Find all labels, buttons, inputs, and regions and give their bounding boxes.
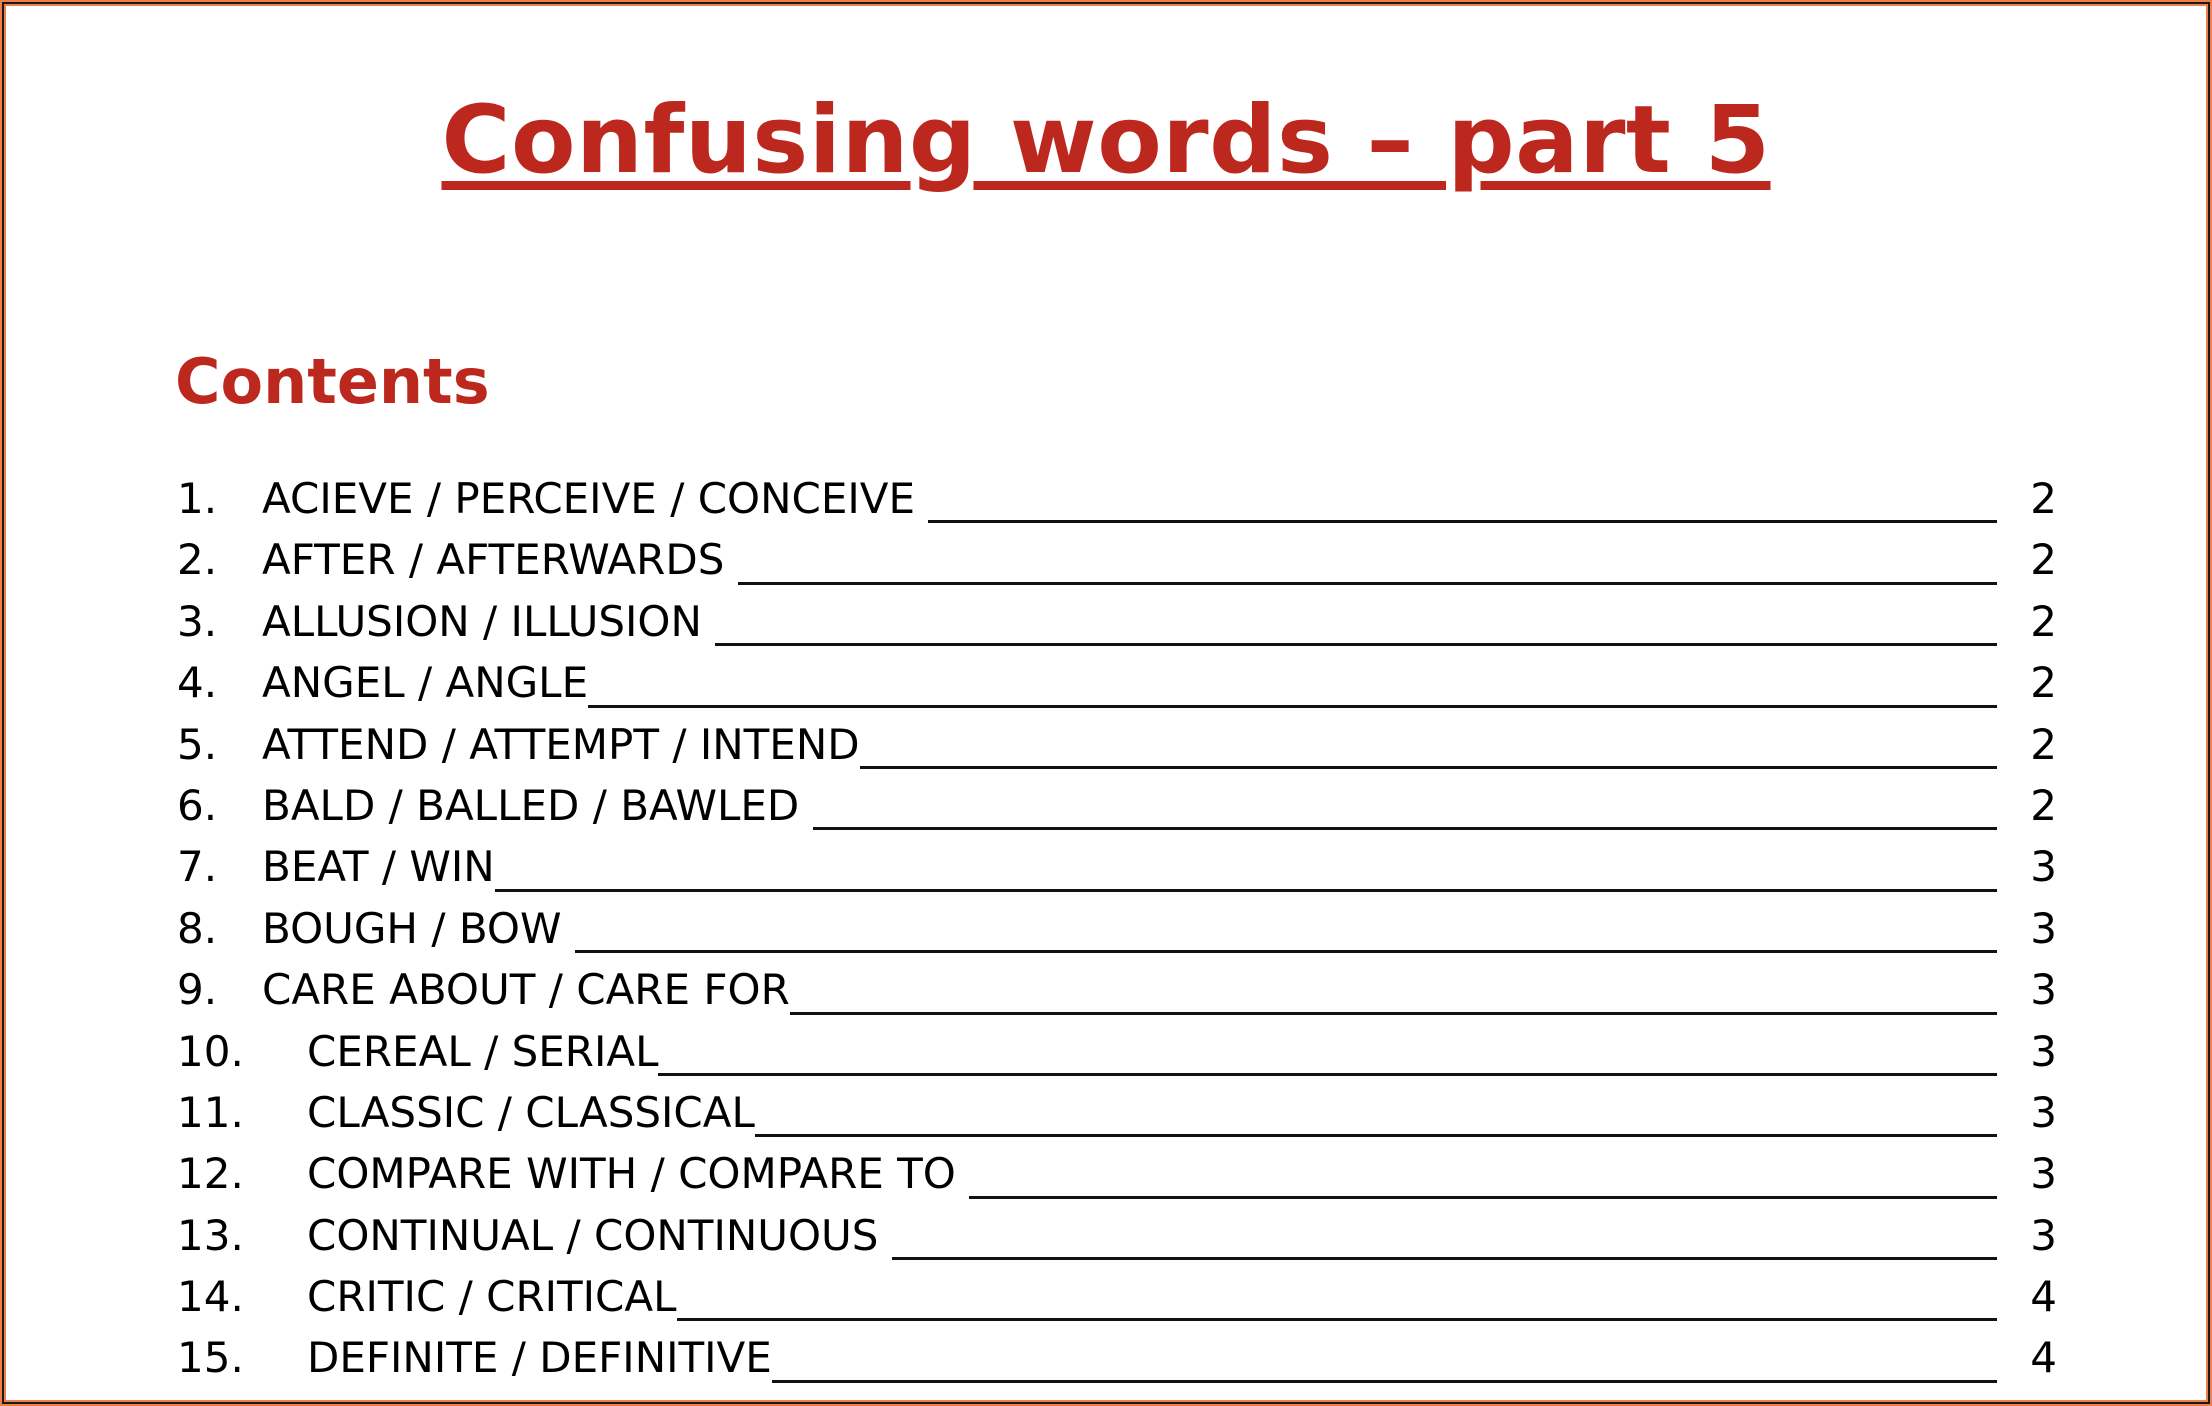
toc-entry[interactable]: 1. ACIEVE / PERCEIVE / CONCEIVE 2 <box>177 472 2057 533</box>
toc-entry-page-number[interactable]: 2 <box>1997 595 2057 649</box>
toc-entry-title[interactable]: CARE ABOUT / CARE FOR <box>262 963 790 1017</box>
toc-entry[interactable]: 7. BEAT / WIN 3 <box>177 840 2057 901</box>
toc-entry-page-number[interactable]: 2 <box>1997 779 2057 833</box>
toc-entry-number: 12. <box>177 1149 244 1199</box>
toc-entry[interactable]: 15. DEFINITE / DEFINITIVE 4 <box>177 1331 2057 1392</box>
toc-entry-page-number[interactable]: 4 <box>1997 1270 2057 1324</box>
toc-entry-page-number[interactable]: 2 <box>1997 718 2057 772</box>
document-title: Confusing words – part 5 <box>0 86 2212 196</box>
toc-entry-title[interactable]: CEREAL / SERIAL <box>307 1025 658 1079</box>
toc-leader-line <box>588 704 1997 708</box>
toc-entry-number: 5. <box>177 719 218 769</box>
toc-entry[interactable]: 11. CLASSIC / CLASSICAL 3 <box>177 1086 2057 1147</box>
toc-leader-line <box>658 1072 1997 1076</box>
toc-entry-page-number[interactable]: 2 <box>1997 472 2057 526</box>
toc-leader-line <box>676 1318 1997 1322</box>
toc-entry-number: 7. <box>177 842 218 892</box>
toc-entry-number: 3. <box>177 596 218 646</box>
toc-leader-line <box>754 1134 1997 1138</box>
toc-leader-line <box>969 1195 1997 1199</box>
toc-entry-number: 2. <box>177 535 218 585</box>
toc-entry-title[interactable]: ATTEND / ATTEMPT / INTEND <box>262 718 860 772</box>
toc-entry-page-number[interactable]: 2 <box>1997 533 2057 587</box>
toc-entry-title[interactable]: BALD / BALLED / BAWLED <box>262 779 813 833</box>
toc-entry-number: 13. <box>177 1210 244 1260</box>
toc-entry-title[interactable]: CLASSIC / CLASSICAL <box>307 1086 755 1140</box>
toc-entry-page-number[interactable]: 2 <box>1997 656 2057 710</box>
toc-entry-page-number[interactable]: 3 <box>1997 1025 2057 1079</box>
toc-entry-number: 15. <box>177 1333 244 1383</box>
toc-entry[interactable]: 4. ANGEL / ANGLE 2 <box>177 656 2057 717</box>
toc-entry-page-number[interactable]: 3 <box>1997 1086 2057 1140</box>
toc-entry-number: 14. <box>177 1272 244 1322</box>
toc-entry-title[interactable]: DEFINITE / DEFINITIVE <box>307 1331 772 1385</box>
toc-leader-line <box>789 1011 1997 1015</box>
toc-entry-page-number[interactable]: 3 <box>1997 1209 2057 1263</box>
toc-leader-line <box>715 643 1997 647</box>
toc-entry-number: 8. <box>177 903 218 953</box>
toc-entry[interactable]: 10. CEREAL / SERIAL 3 <box>177 1025 2057 1086</box>
toc-leader-line <box>812 827 1997 831</box>
toc-entry-number: 1. <box>177 474 218 523</box>
toc-leader-line <box>859 765 1997 769</box>
toc-entry[interactable]: 5. ATTEND / ATTEMPT / INTEND 2 <box>177 718 2057 779</box>
toc-leader-line <box>928 520 1997 524</box>
toc-entry[interactable]: 12. COMPARE WITH / COMPARE TO 3 <box>177 1147 2057 1208</box>
toc-entry-title[interactable]: ACIEVE / PERCEIVE / CONCEIVE <box>262 472 928 526</box>
toc-entry-title[interactable]: CRITIC / CRITICAL <box>307 1270 677 1324</box>
toc-leader-line <box>737 581 1997 585</box>
toc-entry[interactable]: 14. CRITIC / CRITICAL 4 <box>177 1270 2057 1331</box>
document-title-text: Confusing words – part 5 <box>441 86 1771 195</box>
toc-entry-number: 11. <box>177 1087 244 1137</box>
toc-entry-number: 6. <box>177 780 218 830</box>
table-of-contents: 1. ACIEVE / PERCEIVE / CONCEIVE 2 2. AFTER … <box>177 472 2057 1393</box>
toc-entry[interactable]: 3. ALLUSION / ILLUSION 2 <box>177 595 2057 656</box>
toc-entry[interactable]: 9. CARE ABOUT / CARE FOR 3 <box>177 963 2057 1024</box>
toc-entry[interactable]: 13. CONTINUAL / CONTINUOUS 3 <box>177 1209 2057 1270</box>
toc-leader-line <box>771 1379 1997 1383</box>
toc-entry-title[interactable]: COMPARE WITH / COMPARE TO <box>307 1147 969 1201</box>
toc-entry-number: 4. <box>177 658 218 708</box>
toc-entry-number: 10. <box>177 1026 244 1076</box>
toc-leader-line <box>494 888 1997 892</box>
toc-entry[interactable]: 8. BOUGH / BOW 3 <box>177 902 2057 963</box>
toc-entry-title[interactable]: ANGEL / ANGLE <box>262 656 588 710</box>
toc-entry-page-number[interactable]: 3 <box>1997 840 2057 894</box>
contents-heading: Contents <box>175 345 490 418</box>
toc-entry-title[interactable]: ALLUSION / ILLUSION <box>262 595 715 649</box>
toc-entry-number: 9. <box>177 965 218 1015</box>
toc-entry-page-number[interactable]: 4 <box>1997 1331 2057 1385</box>
toc-entry-title[interactable]: AFTER / AFTERWARDS <box>262 533 738 587</box>
toc-entry-title[interactable]: BEAT / WIN <box>262 840 495 894</box>
toc-entry-page-number[interactable]: 3 <box>1997 1147 2057 1201</box>
toc-entry[interactable]: 2. AFTER / AFTERWARDS 2 <box>177 533 2057 594</box>
toc-entry-title[interactable]: BOUGH / BOW <box>262 902 575 956</box>
toc-entry-page-number[interactable]: 3 <box>1997 963 2057 1017</box>
toc-leader-line <box>574 950 1997 954</box>
toc-entry-title[interactable]: CONTINUAL / CONTINUOUS <box>307 1209 892 1263</box>
toc-leader-line <box>891 1257 1997 1261</box>
toc-entry-page-number[interactable]: 3 <box>1997 902 2057 956</box>
toc-entry[interactable]: 6. BALD / BALLED / BAWLED 2 <box>177 779 2057 840</box>
